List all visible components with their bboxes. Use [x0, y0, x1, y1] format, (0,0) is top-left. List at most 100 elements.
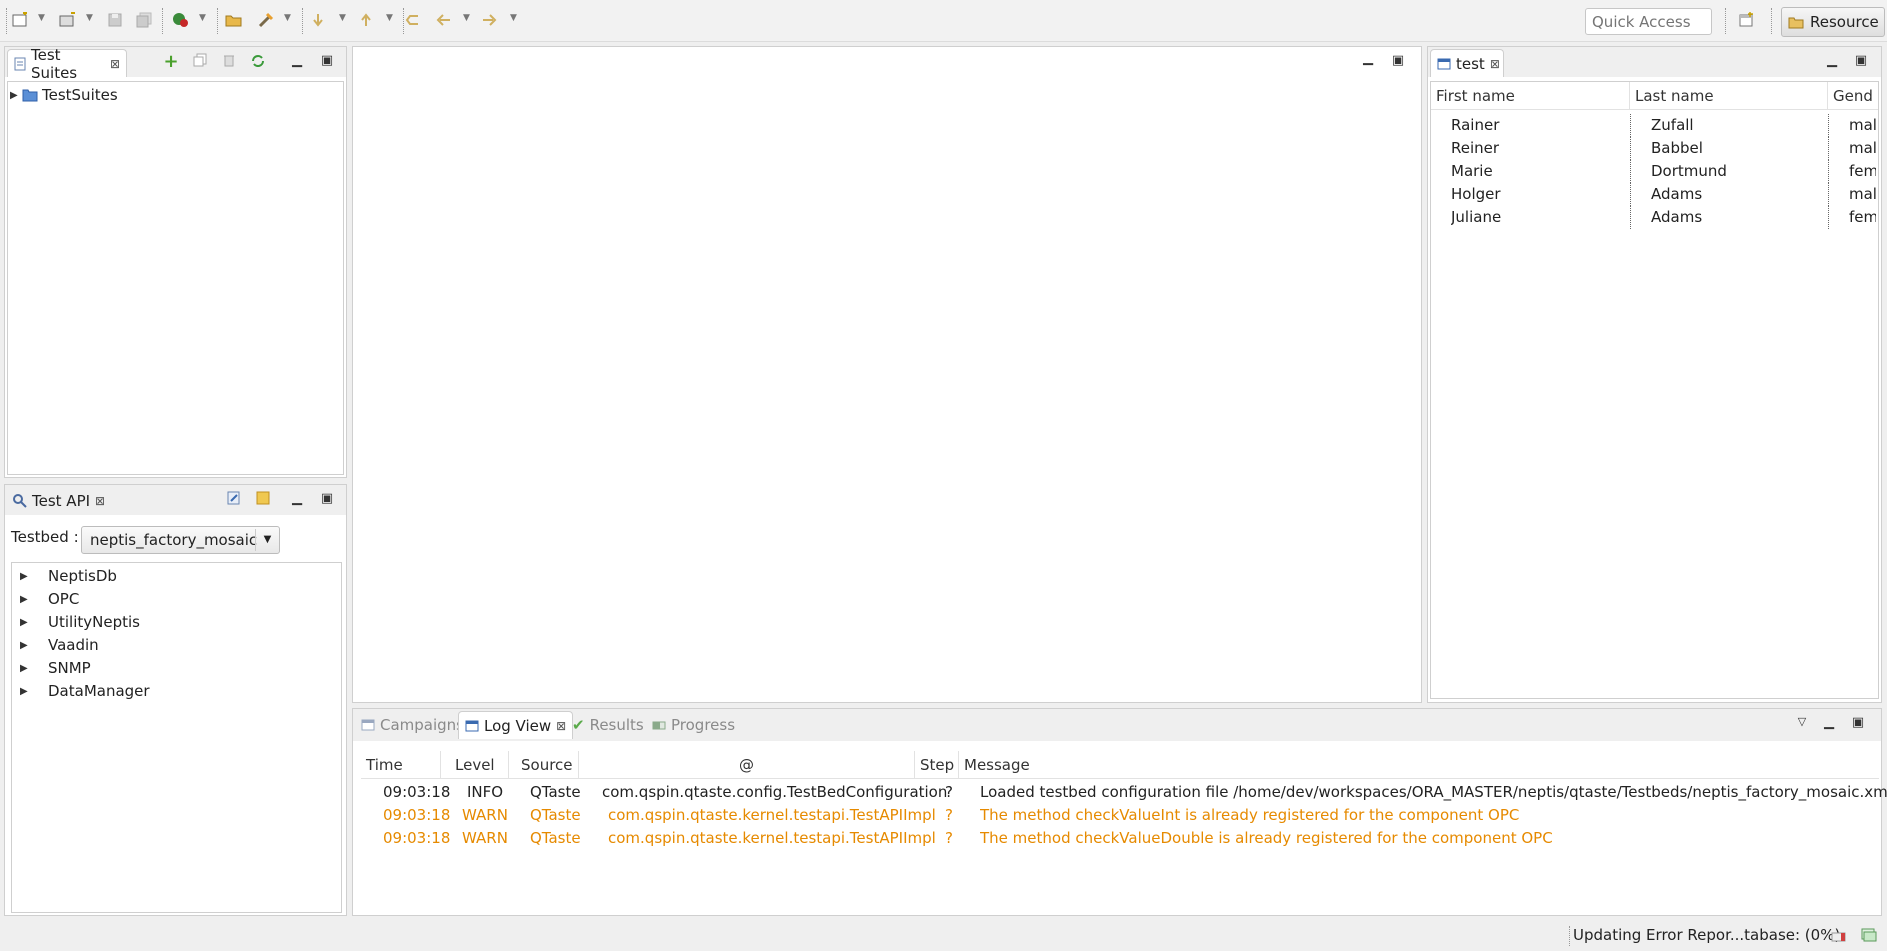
toolbar-separator	[1725, 8, 1726, 34]
log-row[interactable]: 09:03:18 INFO QTaste com.qspin.qtaste.co…	[361, 781, 1887, 804]
column-header-step[interactable]: Step	[915, 751, 959, 779]
open-icon[interactable]	[223, 9, 245, 31]
run-dropdown-icon[interactable]: ▼	[199, 13, 206, 23]
tab-test-suites[interactable]: Test Suites ⊠	[7, 46, 127, 82]
column-header-source[interactable]: Source	[509, 751, 579, 779]
tree-node-neptisdb[interactable]: ▶ NeptisDb	[20, 566, 117, 586]
testbed-label: Testbed :	[11, 528, 79, 546]
resource-perspective-label: Resource	[1810, 13, 1879, 31]
column-header-at[interactable]: @	[579, 751, 915, 779]
refresh-icon[interactable]	[250, 53, 266, 73]
cell-first-name: Reiner	[1451, 139, 1500, 157]
new-folder-dropdown-icon[interactable]: ▼	[86, 13, 93, 23]
tab-log-view[interactable]: Log View ⊠	[458, 711, 574, 739]
minimize-icon[interactable]: ▁	[1360, 51, 1376, 66]
maximize-icon[interactable]: ▣	[1853, 53, 1869, 68]
test-api-header: Test API ⊠ ▁ ▣	[5, 485, 346, 515]
open-perspective-icon[interactable]	[1736, 9, 1758, 31]
minimize-icon[interactable]: ▁	[1824, 53, 1840, 68]
next-annotation-icon[interactable]	[307, 9, 329, 31]
expand-icon[interactable]: ▶	[20, 594, 30, 605]
tab-test[interactable]: test ⊠	[1430, 49, 1504, 77]
close-icon[interactable]: ⊠	[556, 719, 566, 733]
add-icon[interactable]: +	[163, 51, 179, 72]
build-icon[interactable]	[255, 9, 277, 31]
previous-annotation-icon[interactable]	[355, 9, 377, 31]
column-header-level[interactable]: Level	[441, 751, 509, 779]
table-row[interactable]: Rainer Zufall mal	[1431, 114, 1878, 137]
view-icon	[1437, 58, 1451, 70]
minimize-icon[interactable]: ▁	[289, 491, 305, 506]
tree-node-testsuites[interactable]: ▶ TestSuites	[10, 85, 118, 105]
previous-annotation-dropdown-icon[interactable]: ▼	[386, 13, 393, 23]
table-row[interactable]: Reiner Babbel mal	[1431, 137, 1878, 160]
log-step: ?	[945, 806, 953, 824]
close-icon[interactable]: ⊠	[95, 494, 105, 508]
build-dropdown-icon[interactable]: ▼	[284, 13, 291, 23]
save-icon[interactable]	[104, 9, 126, 31]
stop-progress-icon[interactable]	[1831, 929, 1847, 947]
back-dropdown-icon[interactable]: ▼	[463, 13, 470, 23]
column-header-last-name[interactable]: Last name	[1630, 82, 1828, 110]
new-wizard-icon[interactable]	[10, 9, 32, 31]
edit-icon[interactable]	[226, 491, 242, 509]
tab-campaigns[interactable]: Campaigns	[355, 711, 470, 739]
tree-node-snmp[interactable]: ▶ SNMP	[20, 658, 91, 678]
maximize-icon[interactable]: ▣	[319, 491, 335, 506]
tree-node-opc[interactable]: ▶ OPC	[20, 589, 79, 609]
tab-results[interactable]: ✔ Results	[566, 711, 650, 739]
forward-icon[interactable]	[479, 9, 501, 31]
copy-icon[interactable]	[192, 53, 208, 71]
maximize-icon[interactable]: ▣	[1390, 53, 1406, 68]
testbed-select[interactable]: neptis_factory_mosaic ▼	[81, 526, 280, 554]
table-row[interactable]: Marie Dortmund fem	[1431, 160, 1878, 183]
expand-icon[interactable]: ▶	[20, 686, 30, 697]
cell-first-name: Juliane	[1451, 208, 1502, 226]
save-all-icon[interactable]	[134, 9, 156, 31]
expand-icon[interactable]: ▶	[20, 663, 30, 674]
run-icon[interactable]	[170, 9, 192, 31]
expand-icon[interactable]: ▶	[10, 90, 20, 101]
last-edit-icon[interactable]	[402, 9, 424, 31]
column-header-gender[interactable]: Gend	[1828, 82, 1878, 110]
back-icon[interactable]	[433, 9, 455, 31]
chevron-down-icon[interactable]: ▼	[255, 529, 279, 551]
tab-progress[interactable]: Progress	[646, 711, 741, 739]
forward-dropdown-icon[interactable]: ▼	[510, 13, 517, 23]
expand-icon[interactable]: ▶	[20, 617, 30, 628]
tree-node-label: SNMP	[48, 659, 91, 677]
expand-icon[interactable]: ▶	[20, 571, 30, 582]
progress-view-icon[interactable]	[1861, 928, 1877, 946]
maximize-icon[interactable]: ▣	[1850, 715, 1866, 730]
column-header-first-name[interactable]: First name	[1431, 82, 1630, 110]
next-annotation-dropdown-icon[interactable]: ▼	[339, 13, 346, 23]
new-folder-icon[interactable]	[57, 9, 79, 31]
log-level: WARN	[462, 829, 508, 847]
delete-icon[interactable]	[221, 53, 237, 71]
quick-access-input[interactable]	[1585, 8, 1712, 35]
log-row[interactable]: 09:03:18 WARN QTaste com.qspin.qtaste.ke…	[361, 804, 1879, 827]
minimize-icon[interactable]: ▁	[289, 53, 305, 68]
note-icon[interactable]	[255, 491, 271, 509]
column-header-time[interactable]: Time	[361, 751, 441, 779]
expand-icon[interactable]: ▶	[20, 640, 30, 651]
new-wizard-dropdown-icon[interactable]: ▼	[38, 13, 45, 23]
close-icon[interactable]: ⊠	[1490, 57, 1500, 71]
resource-perspective-button[interactable]: Resource	[1781, 7, 1885, 37]
tree-node-vaadin[interactable]: ▶ Vaadin	[20, 635, 99, 655]
tree-node-utilityneptis[interactable]: ▶ UtilityNeptis	[20, 612, 140, 632]
view-menu-icon[interactable]: ▽	[1794, 715, 1810, 728]
tab-test-suites-label: Test Suites	[31, 45, 78, 82]
cell-last-name: Babbel	[1630, 137, 1828, 160]
tree-node-datamanager[interactable]: ▶ DataManager	[20, 681, 150, 701]
minimize-icon[interactable]: ▁	[1821, 715, 1837, 730]
log-row[interactable]: 09:03:18 WARN QTaste com.qspin.qtaste.ke…	[361, 827, 1879, 850]
column-header-message[interactable]: Message	[959, 751, 1879, 779]
log-table: Time Level Source @ Step Message 09:03:1…	[361, 751, 1887, 911]
table-row[interactable]: Holger Adams mal	[1431, 183, 1878, 206]
close-icon[interactable]: ⊠	[110, 57, 120, 71]
tab-test-api[interactable]: Test API ⊠	[7, 487, 111, 515]
table-row[interactable]: Juliane Adams fem	[1431, 206, 1878, 229]
tab-log-view-label: Log View	[484, 716, 552, 735]
maximize-icon[interactable]: ▣	[319, 53, 335, 68]
